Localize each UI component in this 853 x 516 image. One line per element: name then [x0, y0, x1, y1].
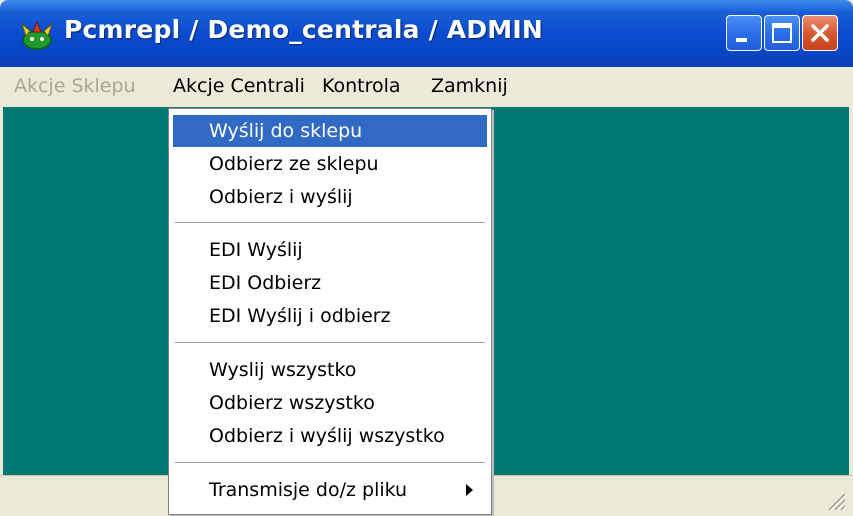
menu-separator: [175, 342, 485, 344]
close-button[interactable]: [802, 15, 838, 51]
menu-item-label: Transmisje do/z pliku: [209, 479, 408, 501]
menu-bar: Akcje Sklepu Akcje Centrali Kontrola Zam…: [0, 67, 853, 107]
maximize-icon: [772, 23, 792, 43]
app-window: Pcmrepl / Demo_centrala / ADMIN Akcje Sk…: [0, 0, 853, 516]
menu-akcje-sklepu[interactable]: Akcje Sklepu: [14, 75, 136, 97]
menu-item-edi-odbierz[interactable]: EDI Odbierz: [173, 267, 487, 299]
menu-separator: [175, 222, 485, 224]
window-title: Pcmrepl / Demo_centrala / ADMIN: [64, 15, 544, 44]
minimize-icon: [736, 38, 747, 42]
app-icon: [20, 20, 54, 50]
menu-item-odbierz-i-wyslij-wszystko[interactable]: Odbierz i wyślij wszystko: [173, 420, 487, 452]
menu-item-edi-wyslij-i-odbierz[interactable]: EDI Wyślij i odbierz: [173, 300, 487, 332]
menu-kontrola[interactable]: Kontrola: [322, 75, 401, 97]
close-icon: [811, 24, 829, 42]
title-bar[interactable]: Pcmrepl / Demo_centrala / ADMIN: [0, 0, 853, 67]
menu-zamknij[interactable]: Zamknij: [431, 75, 508, 97]
menu-item-odbierz-i-wyslij[interactable]: Odbierz i wyślij: [173, 181, 487, 213]
menu-akcje-centrali[interactable]: Akcje Centrali: [173, 75, 305, 97]
menu-item-odbierz-wszystko[interactable]: Odbierz wszystko: [173, 387, 487, 419]
maximize-button[interactable]: [764, 15, 800, 51]
menu-item-edi-wyslij[interactable]: EDI Wyślij: [173, 234, 487, 266]
menu-item-wyslij-wszystko[interactable]: Wyslij wszystko: [173, 354, 487, 386]
menu-item-wyslij-do-sklepu[interactable]: Wyślij do sklepu: [173, 115, 487, 147]
submenu-arrow-icon: [466, 484, 473, 496]
menu-item-transmisje-do-z-pliku[interactable]: Transmisje do/z pliku: [173, 474, 487, 506]
menu-separator: [175, 462, 485, 464]
menu-item-odbierz-ze-sklepu[interactable]: Odbierz ze sklepu: [173, 148, 487, 180]
resize-grip-icon[interactable]: [825, 490, 847, 512]
akcje-centrali-dropdown: Wyślij do sklepu Odbierz ze sklepu Odbie…: [168, 108, 492, 515]
minimize-button[interactable]: [726, 15, 762, 51]
